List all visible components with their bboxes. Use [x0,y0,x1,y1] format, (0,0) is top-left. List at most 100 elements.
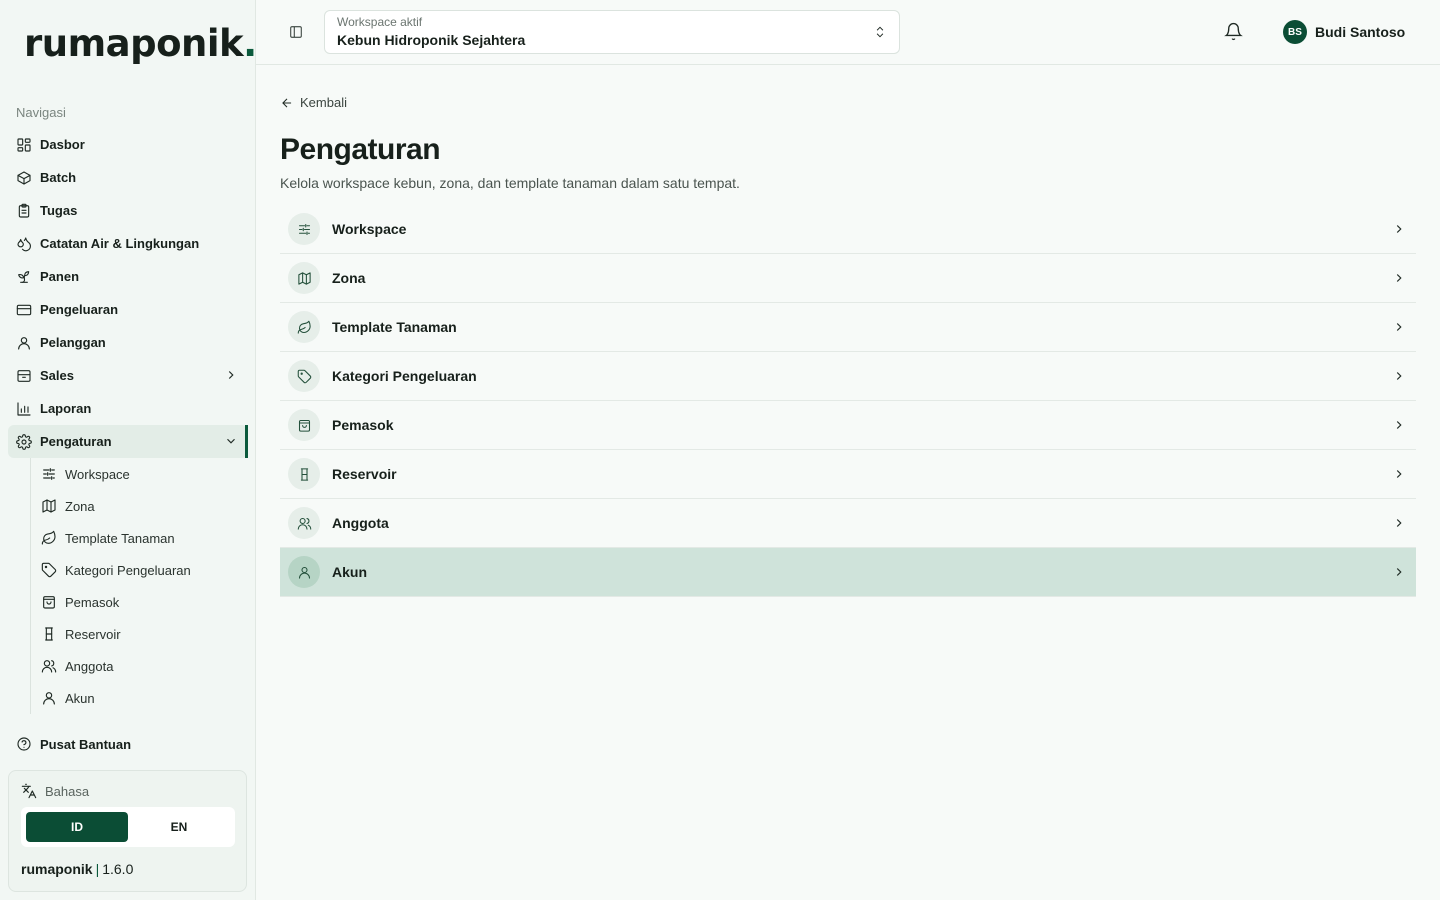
settings-row-workspace[interactable]: Workspace [280,205,1416,254]
submenu-item-anggota[interactable]: Anggota [41,650,248,682]
chevron-right-icon [1392,565,1406,579]
settings-row-label: Reservoir [332,466,397,482]
submenu-item-zona[interactable]: Zona [41,490,248,522]
chevron-right-icon [1392,516,1406,530]
back-link[interactable]: Kembali [280,95,347,110]
sidebar-item-batch[interactable]: Batch [8,161,248,194]
settings-row-label: Kategori Pengeluaran [332,368,477,384]
chevrons-up-down-icon [873,25,887,39]
submenu-item-label: Zona [65,498,95,514]
settings-row-akun[interactable]: Akun [280,548,1416,597]
sidebar-item-panen[interactable]: Panen [8,260,248,293]
sidebar-item-catatan-air[interactable]: Catatan Air & Lingkungan [8,227,248,260]
user-name: Budi Santoso [1315,24,1406,40]
user-icon [16,335,32,351]
chevron-right-icon [1392,222,1406,236]
logo[interactable]: rumaponik. [24,22,257,65]
submenu-item-kategori-pengeluaran[interactable]: Kategori Pengeluaran [41,554,248,586]
settings-row-zona[interactable]: Zona [280,254,1416,303]
language-toggle: ID EN [21,807,235,847]
user-menu[interactable]: BS Budi Santoso [1283,20,1405,44]
droplets-icon [16,236,32,252]
leaf-icon [41,530,57,546]
shopping-bag-icon [41,594,57,610]
submenu-item-label: Pemasok [65,594,120,610]
submenu-item-label: Anggota [65,658,114,674]
sidebar-item-pengaturan[interactable]: Pengaturan [8,425,248,458]
tag-icon [41,562,57,578]
settings-row-anggota[interactable]: Anggota [280,499,1416,548]
settings-row-reservoir[interactable]: Reservoir [280,450,1416,499]
help-center-link[interactable]: Pusat Bantuan [16,736,131,752]
clipboard-icon [16,203,32,219]
help-center-label: Pusat Bantuan [40,736,132,752]
sidebar-item-label: Pelanggan [40,335,106,350]
credit-card-icon [16,302,32,318]
page-title: Pengaturan [280,133,441,166]
nav-heading: Navigasi [16,105,66,120]
sidebar: rumaponik. Navigasi Dasbor Batch Tugas C… [0,0,257,900]
workspace-selector-label: Workspace aktif [337,15,423,29]
sidebar-item-label: Batch [40,170,77,185]
sidebar-nav: Dasbor Batch Tugas Catatan Air & Lingkun… [8,128,248,714]
submenu-item-pemasok[interactable]: Pemasok [41,586,248,618]
sidebar-item-pengeluaran[interactable]: Pengeluaran [8,293,248,326]
settings-row-label: Pemasok [332,417,394,433]
sidebar-item-sales[interactable]: Sales [8,359,248,392]
chevron-down-icon[interactable] [224,434,238,448]
workspace-selector[interactable]: Workspace aktif Kebun Hidroponik Sejahte… [324,10,900,54]
sidebar-item-laporan[interactable]: Laporan [8,392,248,425]
settings-row-label: Anggota [332,515,389,531]
container-icon [288,458,320,490]
settings-row-pemasok[interactable]: Pemasok [280,401,1416,450]
sidebar-item-label: Catatan Air & Lingkungan [40,236,200,251]
submenu-item-workspace[interactable]: Workspace [41,458,248,490]
app-version: rumaponik | 1.6.0 [21,861,134,877]
chevron-right-icon [1392,271,1406,285]
settings-row-template-tanaman[interactable]: Template Tanaman [280,303,1416,352]
sprout-icon [16,269,32,285]
translate-icon [21,783,37,799]
sidebar-item-label: Tugas [40,203,78,218]
submenu-item-label: Workspace [65,466,130,482]
settings-row-label: Workspace [332,221,407,237]
workspace-selector-value: Kebun Hidroponik Sejahtera [337,32,526,48]
bell-icon[interactable] [1224,22,1243,41]
sliders-icon [288,213,320,245]
sliders-icon [41,466,57,482]
help-circle-icon [16,736,32,752]
box-icon [16,170,32,186]
sidebar-toggle-icon[interactable] [289,25,303,39]
sidebar-item-tugas[interactable]: Tugas [8,194,248,227]
submenu-item-akun[interactable]: Akun [41,682,248,714]
sidebar-item-dasbor[interactable]: Dasbor [8,128,248,161]
dashboard-icon [16,137,32,153]
submenu-item-label: Template Tanaman [65,530,175,546]
arrow-left-icon [282,98,292,107]
page-subtitle: Kelola workspace kebun, zona, dan templa… [280,175,740,191]
leaf-icon [288,311,320,343]
sidebar-item-pelanggan[interactable]: Pelanggan [8,326,248,359]
language-option-id[interactable]: ID [26,812,128,842]
chevron-right-icon [1392,418,1406,432]
chevron-right-icon [1392,369,1406,383]
settings-row-kategori-pengeluaran[interactable]: Kategori Pengeluaran [280,352,1416,401]
submenu-item-template-tanaman[interactable]: Template Tanaman [41,522,248,554]
chevron-right-icon[interactable] [224,368,238,382]
settings-list: Workspace Zona Template Tanaman Kategori… [280,205,1416,597]
user-icon [41,690,57,706]
shopping-bag-icon [288,409,320,441]
settings-row-label: Akun [332,564,367,580]
sidebar-item-label: Laporan [40,401,92,416]
settings-row-label: Zona [332,270,366,286]
map-icon [41,498,57,514]
language-card: Bahasa ID EN rumaponik | 1.6.0 [8,770,247,892]
map-icon [288,262,320,294]
chevron-right-icon [1392,467,1406,481]
bar-chart-icon [16,401,32,417]
language-option-en[interactable]: EN [128,812,230,842]
user-icon [288,556,320,588]
submenu-item-reservoir[interactable]: Reservoir [41,618,248,650]
topbar: Workspace aktif Kebun Hidroponik Sejahte… [256,0,1440,65]
sidebar-item-label: Sales [40,368,74,383]
